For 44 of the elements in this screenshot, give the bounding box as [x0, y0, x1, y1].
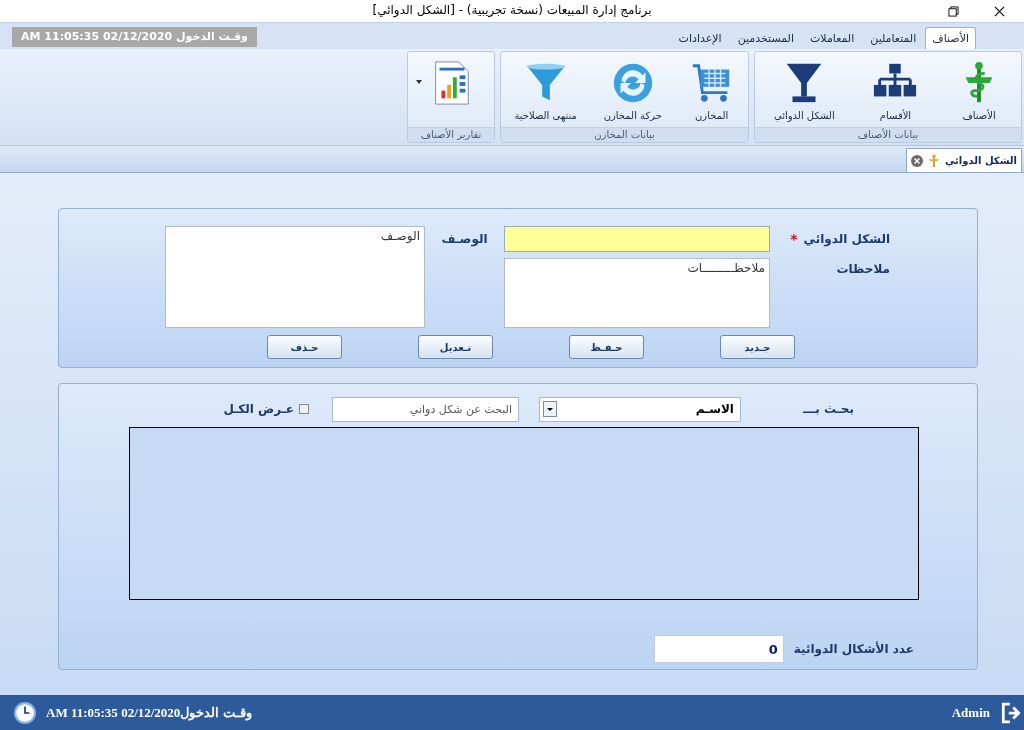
ribbon-button[interactable]: الأصناف [956, 60, 1003, 121]
field-label: الشكل الدوائي [803, 232, 890, 246]
restore-icon [947, 5, 959, 17]
menu-tab[interactable]: الأصناف [925, 27, 976, 49]
menu-tab[interactable]: الإعدادات [671, 27, 729, 49]
action-button[interactable]: حـفـظ [569, 335, 644, 359]
close-icon [993, 5, 1005, 17]
close-button[interactable] [910, 154, 923, 167]
search-field[interactable]: البحث عن شكل دواني [332, 396, 519, 422]
search-by-dropdown[interactable]: الاسـم [539, 396, 741, 422]
document-tab[interactable]: الشكل الدوائي [905, 148, 1022, 172]
ribbon-button[interactable]: منتهى الصلاحية [514, 60, 577, 121]
close-icon [910, 154, 923, 167]
ribbon-button[interactable]: الشكل الدوائي [773, 60, 835, 121]
count-field: 0 [653, 635, 784, 663]
ribbon-button[interactable]: المخازن [688, 60, 735, 121]
menu-tab[interactable]: المستخدمين [730, 27, 801, 49]
field-label: ملاحظات [836, 262, 890, 276]
group-title: بيانات المخازن [501, 127, 748, 142]
menu-tab[interactable]: المعاملات [803, 27, 862, 49]
description-field[interactable]: الوصـف [165, 226, 425, 328]
exit-icon [1000, 701, 1022, 724]
action-button[interactable]: جـديد [720, 335, 795, 359]
search-label: بحـث بـــ [802, 402, 854, 416]
group-title: بيانات الأصناف [755, 127, 1021, 142]
ribbon-button[interactable]: حركة المخازن [603, 60, 662, 121]
checkbox[interactable] [299, 404, 309, 414]
notes-field[interactable]: ملاحظـــــــــات [504, 258, 770, 328]
count-label: عدد الأشكال الدوائية [793, 642, 914, 656]
caduceus-icon [926, 153, 941, 168]
menu-tab[interactable]: المتعاملين [863, 27, 924, 49]
login-time: وقـت الدخول 02/12/2020 11:05:35 AM [12, 27, 257, 47]
user-name: Admin [951, 704, 990, 721]
ribbon-button[interactable]: الأقسام [872, 60, 919, 121]
window-title: برنامج إدارة المبيعات (نسخة تجريبية) - [الشكل الدوائي] [372, 3, 652, 17]
clock-icon [14, 701, 36, 724]
group-title: تقارير الأصناف [408, 127, 494, 142]
action-button[interactable]: حـذف [267, 335, 342, 359]
action-button[interactable]: تـعديل [418, 335, 493, 359]
name-field[interactable] [504, 226, 770, 252]
required-mark: * [790, 231, 798, 247]
login-time: وقـت الدخول02/12/2020 11:05:35 AM [46, 704, 252, 721]
checkbox-label: عـرض الكـل [223, 402, 294, 416]
field-label: الوصـف [441, 232, 488, 246]
